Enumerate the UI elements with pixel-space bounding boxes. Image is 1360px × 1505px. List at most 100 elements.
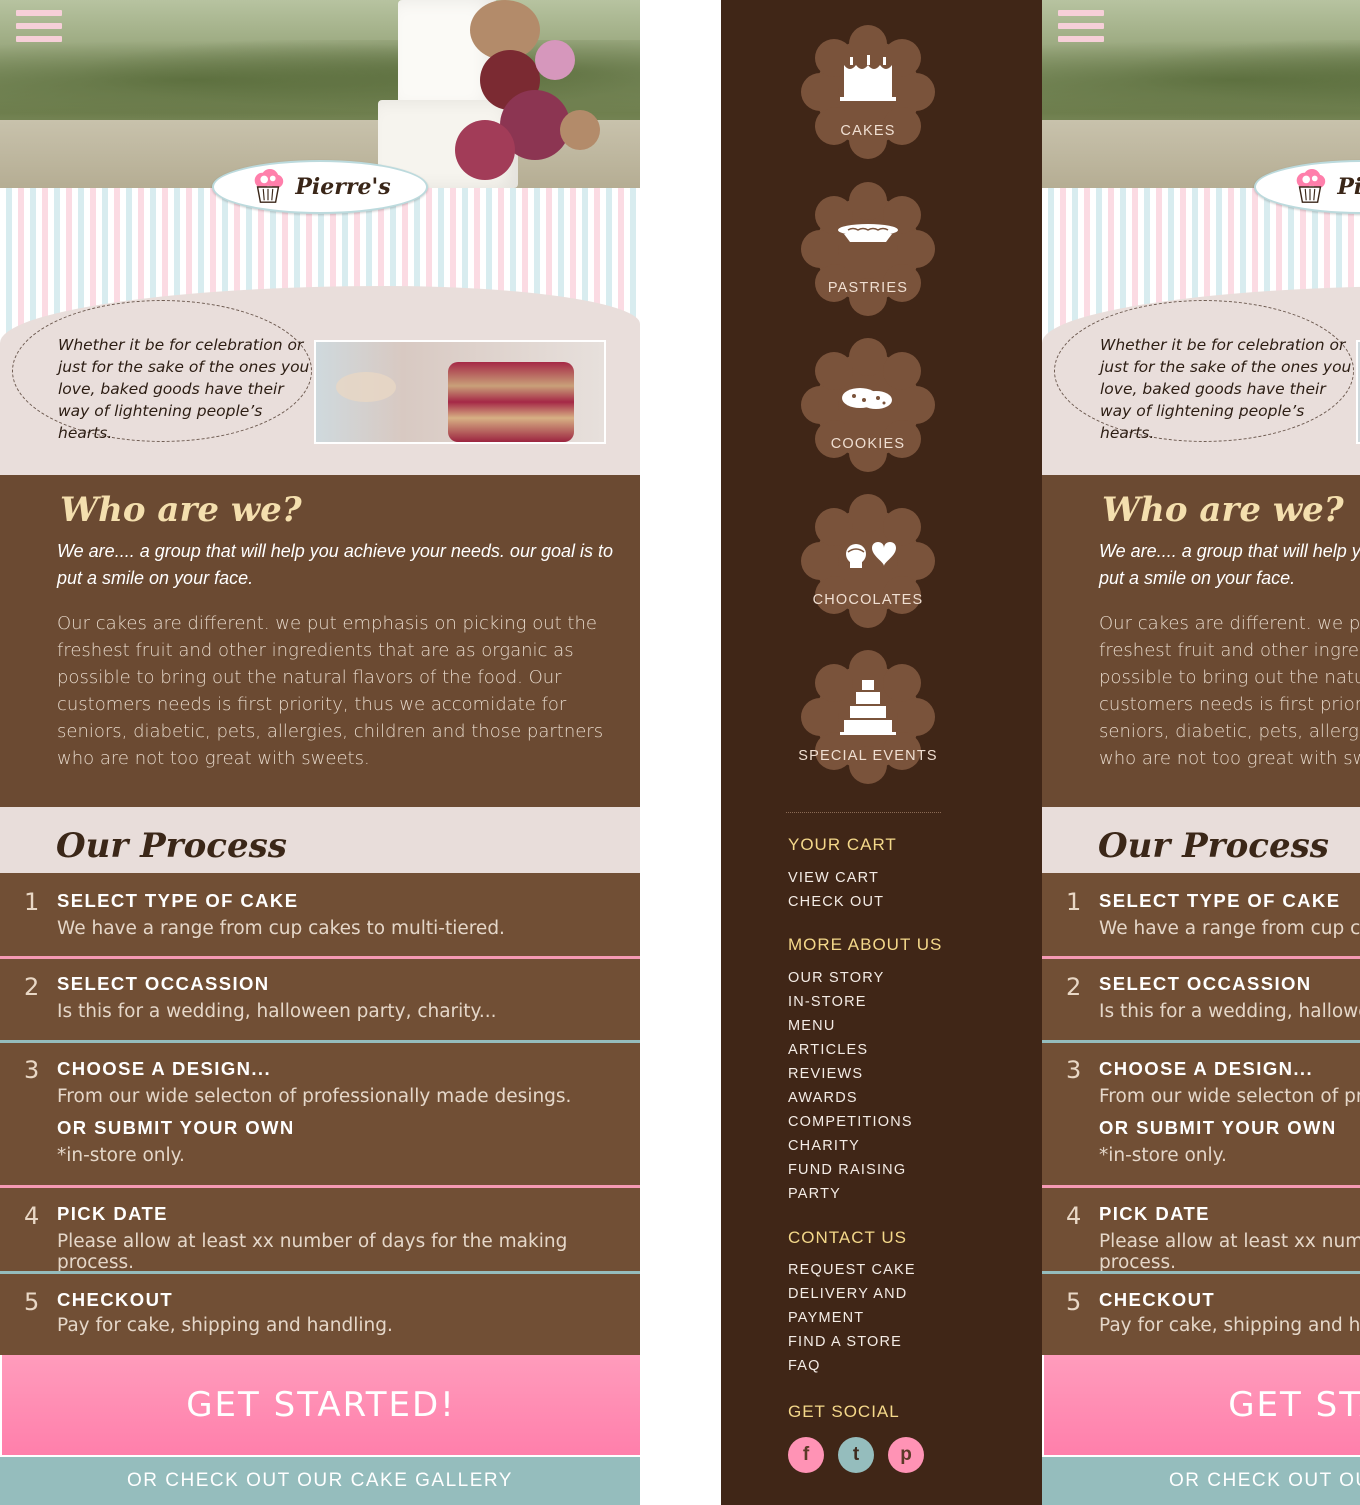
nav-link-fund-raising[interactable]: FUND RAISING — [788, 1162, 906, 1178]
step-subtitle: OR SUBMIT YOUR OWN — [57, 1117, 295, 1138]
step-number: 4 — [1066, 1202, 1082, 1230]
step-number: 2 — [24, 973, 40, 1001]
nav-link-menu[interactable]: MENU — [788, 1018, 836, 1034]
pinterest-icon[interactable]: p — [888, 1437, 924, 1473]
process-title: Our Process — [1098, 826, 1329, 866]
cake-gallery-label: OR CHECK OUT OUR CAKE GALLERY — [127, 1470, 513, 1491]
brand-name: Pierre's — [295, 174, 391, 200]
social-heading: GET SOCIAL — [788, 1402, 900, 1421]
nav-link-competitions[interactable]: COMPETITIONS — [788, 1114, 913, 1130]
nav-link-in-store[interactable]: IN-STORE — [788, 994, 867, 1010]
nav-category-special-events[interactable]: SPECIAL EVENTS — [798, 648, 937, 786]
step-title: PICK DATE — [57, 1203, 168, 1224]
page-view-left: Pierre's Whether it be for celebration o… — [0, 0, 640, 1505]
nav-category-label: CAKES — [840, 123, 896, 139]
nav-link-charity[interactable]: CHARITY — [788, 1138, 860, 1154]
intro-cake-photo — [1356, 340, 1360, 444]
nav-category-cookies[interactable]: COOKIES — [799, 336, 937, 474]
about-lead: We are.... a group that will help you ac… — [57, 541, 613, 588]
get-started-button[interactable]: GET STARTED! — [1044, 1355, 1360, 1455]
nav-category-pastries[interactable]: PASTRIES — [799, 180, 937, 318]
process-step-1[interactable] — [0, 873, 640, 956]
facebook-icon[interactable]: f — [788, 1437, 824, 1473]
nav-category-label: PASTRIES — [827, 280, 909, 296]
step-description: Please allow at least xx number of days … — [57, 1231, 568, 1273]
nav-link-our-story[interactable]: OUR STORY — [788, 970, 884, 986]
nav-category-chocolates[interactable]: CHOCOLATES — [799, 492, 937, 630]
about-heading: MORE ABOUT US — [788, 935, 943, 954]
tiered-cake-icon — [840, 680, 896, 735]
step-note: *in-store only. — [1099, 1145, 1227, 1166]
step-number: 5 — [24, 1288, 40, 1316]
drawer-divider — [786, 812, 941, 813]
step-title: CHECKOUT — [57, 1289, 174, 1310]
step-description: From our wide selecton of professionally… — [57, 1086, 572, 1107]
step-description: Pay for cake, shipping and handling. — [57, 1315, 393, 1336]
brand-logo[interactable]: Pierre's — [212, 160, 428, 214]
pinterest-glyph: p — [900, 1444, 912, 1465]
step-number: 5 — [1066, 1288, 1082, 1316]
menu-button[interactable] — [16, 10, 62, 44]
step-description: We have a range from cup cakes to multi-… — [1099, 918, 1360, 939]
page-view-right: Pierre's Whether it be for celebration o… — [1042, 0, 1360, 1505]
tumblr-glyph: t — [852, 1444, 860, 1465]
contact-heading: CONTACT US — [788, 1228, 907, 1247]
process-title: Our Process — [56, 826, 287, 866]
step-description: Is this for a wedding, halloween party, … — [57, 1001, 497, 1022]
nav-category-label: COOKIES — [830, 436, 906, 452]
chef-cupcake-icon — [255, 168, 284, 203]
process-step-2[interactable] — [1042, 959, 1360, 1040]
step-title: PICK DATE — [1099, 1203, 1210, 1224]
step-subtitle: OR SUBMIT YOUR OWN — [1099, 1117, 1337, 1138]
step-description: From our wide selecton of professionally… — [1099, 1086, 1360, 1107]
step-description: We have a range from cup cakes to multi-… — [57, 918, 505, 939]
about-lead: We are.... a group that will help you ac… — [1099, 541, 1360, 588]
step-description: Is this for a wedding, halloween party, … — [1099, 1001, 1360, 1022]
nav-link-view-cart[interactable]: VIEW CART — [788, 870, 879, 886]
about-title: Who are we? — [1102, 490, 1344, 530]
about-body: Our cakes are different. we put emphasis… — [1099, 613, 1360, 769]
nav-link-party[interactable]: PARTY — [788, 1186, 841, 1202]
process-step-2[interactable] — [0, 959, 640, 1040]
nav-link-request-cake[interactable]: REQUEST CAKE — [788, 1262, 916, 1278]
chef-cupcake-icon — [1297, 168, 1326, 203]
step-title: SELECT TYPE OF CAKE — [57, 890, 299, 911]
step-title: CHECKOUT — [1099, 1289, 1216, 1310]
pie-icon — [838, 224, 898, 242]
nav-link-delivery[interactable]: DELIVERY AND — [788, 1286, 907, 1302]
menu-button[interactable] — [1058, 10, 1104, 44]
cake-gallery-link[interactable]: OR CHECK OUT OUR CAKE GALLERY — [1042, 1457, 1360, 1505]
step-description: Please allow at least xx number of days … — [1099, 1231, 1360, 1273]
nav-link-payment[interactable]: PAYMENT — [788, 1310, 864, 1326]
step-title: SELECT OCCASSION — [1099, 973, 1312, 994]
intro-quote: Whether it be for celebration or just fo… — [1100, 336, 1352, 442]
step-number: 3 — [1066, 1056, 1082, 1084]
get-started-label: GET STARTED! — [186, 1385, 456, 1425]
nav-link-reviews[interactable]: REVIEWS — [788, 1066, 863, 1082]
brand-name: Pierre's — [1337, 174, 1360, 200]
cake-gallery-link[interactable]: OR CHECK OUT OUR CAKE GALLERY — [0, 1457, 640, 1505]
nav-link-check-out[interactable]: CHECK OUT — [788, 894, 884, 910]
nav-link-awards[interactable]: AWARDS — [788, 1090, 858, 1106]
step-description: Pay for cake, shipping and handling. — [1099, 1315, 1360, 1336]
get-started-button[interactable]: GET STARTED! — [2, 1355, 640, 1455]
chocolates-icon — [846, 542, 896, 568]
step-title: SELECT OCCASSION — [57, 973, 270, 994]
nav-link-articles[interactable]: ARTICLES — [788, 1042, 868, 1058]
process-step-1[interactable] — [1042, 873, 1360, 956]
cake-gallery-label: OR CHECK OUT OUR CAKE GALLERY — [1169, 1470, 1360, 1491]
step-title: CHOOSE A DESIGN... — [1099, 1058, 1313, 1079]
nav-link-find-a-store[interactable]: FIND A STORE — [788, 1334, 902, 1350]
tumblr-icon[interactable]: t — [838, 1437, 874, 1473]
cake-icon — [840, 55, 896, 101]
step-number: 3 — [24, 1056, 40, 1084]
nav-category-label: CHOCOLATES — [812, 592, 924, 608]
nav-category-cakes[interactable]: CAKES — [799, 23, 937, 161]
step-number: 1 — [24, 888, 40, 916]
cookies-icon — [842, 388, 892, 409]
step-note: *in-store only. — [57, 1145, 185, 1166]
get-started-label: GET STARTED! — [1228, 1385, 1360, 1425]
nav-category-label: SPECIAL EVENTS — [798, 748, 938, 764]
step-title: SELECT TYPE OF CAKE — [1099, 890, 1341, 911]
nav-link-faq[interactable]: FAQ — [788, 1358, 821, 1374]
